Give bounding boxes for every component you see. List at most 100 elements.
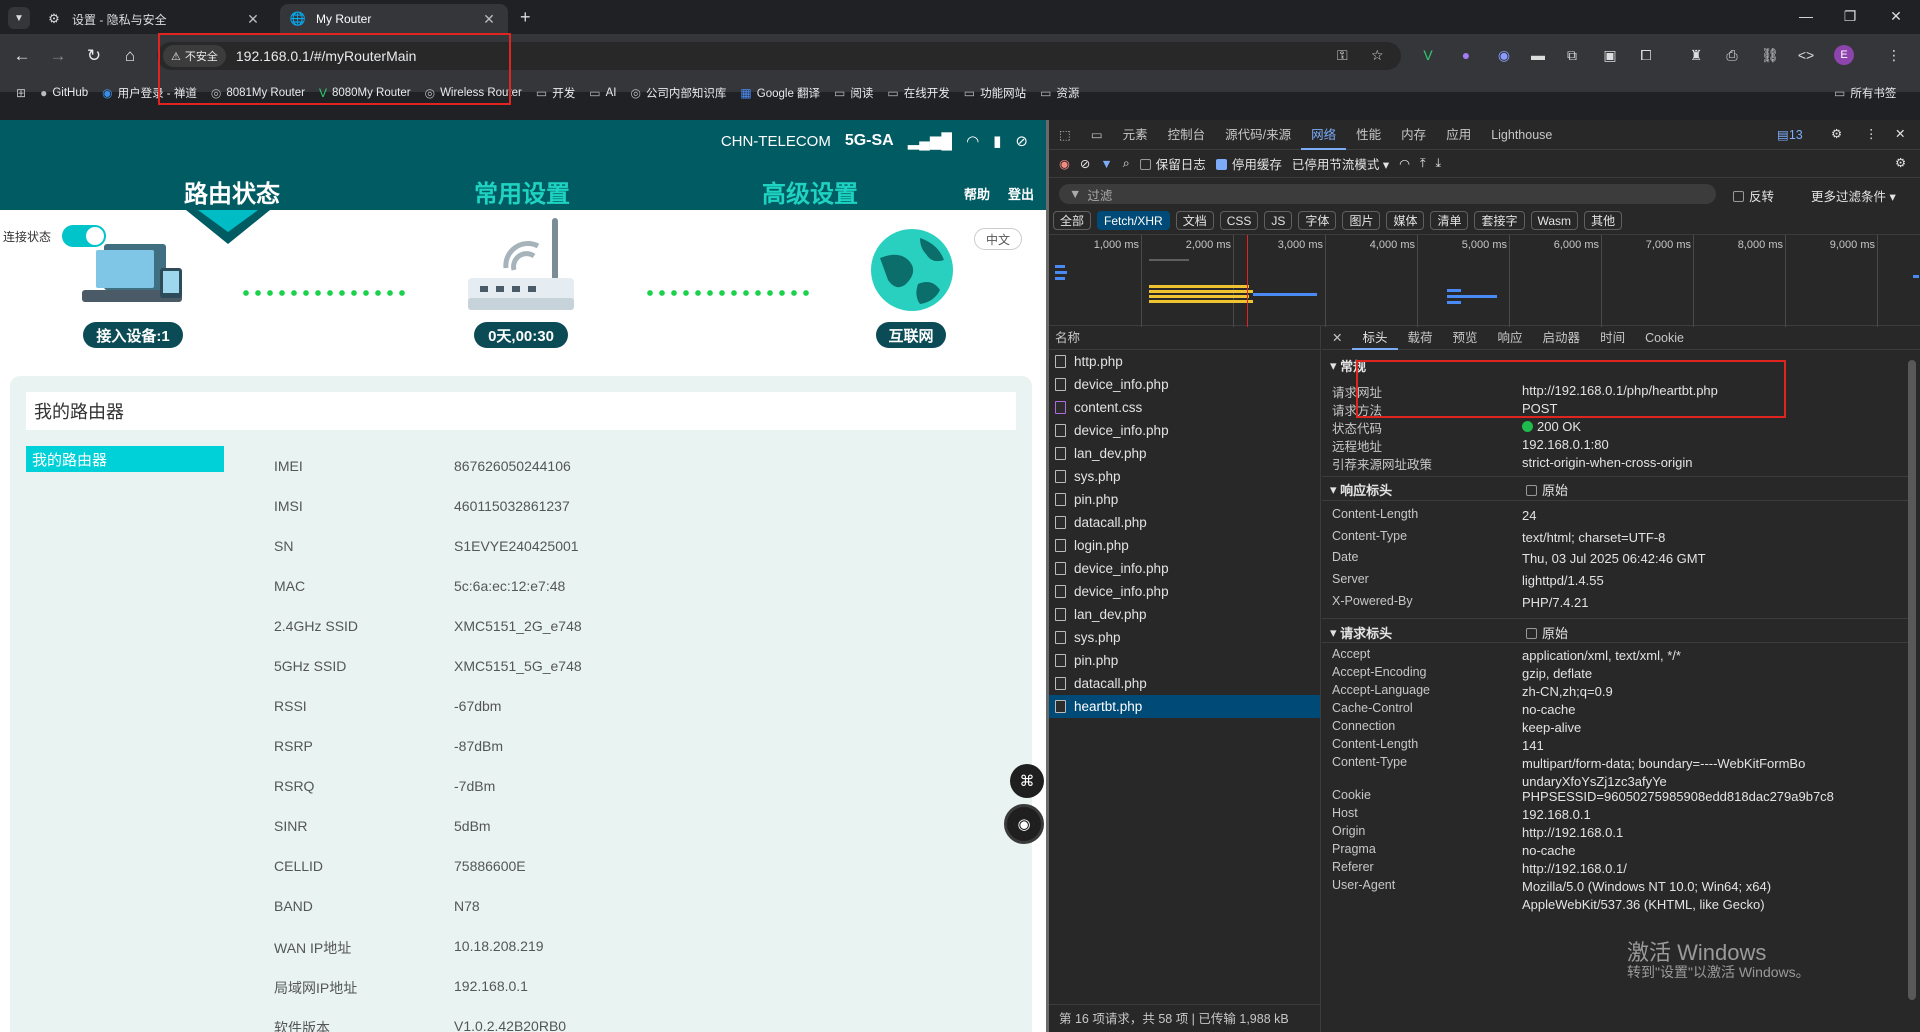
- star-icon[interactable]: ☆: [1371, 47, 1384, 64]
- type-filter-font[interactable]: 字体: [1298, 211, 1337, 230]
- network-timeline[interactable]: 1,000 ms 2,000 ms 3,000 ms 4,000 ms 5,00…: [1049, 234, 1920, 327]
- nav-common-settings[interactable]: 常用设置: [474, 174, 570, 209]
- language-switch[interactable]: 中文: [974, 228, 1022, 250]
- clear-icon[interactable]: ⊘: [1080, 156, 1090, 171]
- type-filter-manifest[interactable]: 清单: [1430, 211, 1469, 230]
- kebab-menu-icon[interactable]: ⋮: [1865, 126, 1878, 141]
- type-filter-css[interactable]: CSS: [1219, 211, 1259, 230]
- close-icon[interactable]: ✕: [1322, 326, 1352, 350]
- tab-lighthouse[interactable]: Lighthouse: [1481, 120, 1562, 150]
- type-filter-xhr[interactable]: Fetch/XHR: [1097, 211, 1170, 230]
- tab-sources[interactable]: 源代码/来源: [1215, 120, 1301, 150]
- extension-icon[interactable]: ●: [1456, 45, 1476, 65]
- tab-timing[interactable]: 时间: [1590, 326, 1635, 350]
- type-filter-socket[interactable]: 套接字: [1474, 211, 1525, 230]
- puzzle-icon[interactable]: ⧠: [1636, 45, 1656, 65]
- apps-icon[interactable]: ⊞: [16, 86, 26, 100]
- code-icon[interactable]: <>: [1796, 45, 1816, 65]
- tab-application[interactable]: 应用: [1436, 120, 1481, 150]
- request-row[interactable]: http.php: [1049, 350, 1320, 373]
- section-general[interactable]: ▾ 常规: [1330, 356, 1366, 375]
- close-icon[interactable]: ✕: [480, 11, 498, 28]
- minimize-icon[interactable]: —: [1796, 8, 1816, 24]
- request-row[interactable]: pin.php: [1049, 649, 1320, 672]
- avatar[interactable]: E: [1834, 45, 1854, 65]
- upload-icon[interactable]: ⤒: [1420, 156, 1426, 171]
- request-row[interactable]: device_info.php: [1049, 580, 1320, 603]
- new-tab-button[interactable]: +: [520, 8, 531, 26]
- bell-icon[interactable]: ♜: [1686, 45, 1706, 65]
- request-row-selected[interactable]: heartbt.php: [1049, 695, 1320, 718]
- type-filter-img[interactable]: 图片: [1342, 211, 1381, 230]
- tab-preview[interactable]: 预览: [1443, 326, 1488, 350]
- type-filter-wasm[interactable]: Wasm: [1530, 211, 1579, 230]
- tab-headers[interactable]: 标头: [1352, 326, 1398, 350]
- bookmark-folder-online-dev[interactable]: ▭ 在线开发: [887, 85, 949, 101]
- request-row[interactable]: device_info.php: [1049, 373, 1320, 396]
- address-bar[interactable]: ⚠ 不安全 192.168.0.1/#/myRouterMain ⚿ ☆: [157, 42, 1401, 70]
- type-filter-all[interactable]: 全部: [1053, 211, 1092, 230]
- home-icon[interactable]: ⌂: [118, 44, 142, 68]
- request-row[interactable]: content.css: [1049, 396, 1320, 419]
- nav-advanced-settings[interactable]: 高级设置: [762, 174, 858, 209]
- section-request-headers[interactable]: ▾ 请求标头 原始: [1330, 623, 1568, 642]
- section-response-headers[interactable]: ▾ 响应标头 原始: [1330, 480, 1568, 499]
- print-icon[interactable]: ⎙: [1722, 45, 1742, 65]
- type-filter-js[interactable]: JS: [1264, 211, 1293, 230]
- extension-icon[interactable]: ▬: [1528, 45, 1548, 65]
- chat-bot-icon[interactable]: ◉: [1004, 804, 1044, 844]
- detail-scrollbar[interactable]: [1908, 360, 1916, 1000]
- column-header-name[interactable]: 名称: [1049, 326, 1320, 350]
- tab-network[interactable]: 网络: [1301, 120, 1347, 150]
- all-bookmarks[interactable]: ▭ 所有书签: [1834, 85, 1896, 101]
- forward-icon[interactable]: →: [46, 44, 70, 68]
- issues-badge[interactable]: ▤13: [1777, 127, 1803, 142]
- request-row[interactable]: sys.php: [1049, 626, 1320, 649]
- search-icon[interactable]: ⌕: [1123, 156, 1130, 171]
- key-icon[interactable]: ⚿: [1337, 47, 1348, 64]
- request-row[interactable]: datacall.php: [1049, 672, 1320, 695]
- request-row[interactable]: device_info.php: [1049, 419, 1320, 442]
- extension-icon[interactable]: ▣: [1600, 45, 1620, 65]
- raw-checkbox[interactable]: 原始: [1526, 623, 1568, 642]
- download-icon[interactable]: ⤓: [1436, 156, 1442, 171]
- tab-response[interactable]: 响应: [1488, 326, 1533, 350]
- inspect-icon[interactable]: ⬚: [1049, 120, 1081, 150]
- tab-settings[interactable]: ⚙ 设置 - 隐私与安全 ✕: [36, 4, 272, 34]
- bookmark-folder-ai[interactable]: ▭ AI: [589, 86, 616, 100]
- tab-elements[interactable]: 元素: [1113, 120, 1158, 150]
- bookmark-folder-dev[interactable]: ▭ 开发: [536, 85, 575, 101]
- filter-input[interactable]: ▼ 过滤: [1059, 184, 1716, 204]
- close-icon[interactable]: ✕: [1895, 126, 1905, 141]
- request-row[interactable]: device_info.php: [1049, 557, 1320, 580]
- tab-search-button[interactable]: ▼: [8, 7, 30, 29]
- wifi-icon[interactable]: ◠: [1399, 156, 1410, 171]
- bookmark-github[interactable]: ● GitHub: [40, 86, 88, 100]
- invert-checkbox[interactable]: 反转: [1733, 186, 1774, 205]
- raw-checkbox[interactable]: 原始: [1526, 480, 1568, 499]
- request-row[interactable]: pin.php: [1049, 488, 1320, 511]
- connected-devices-pill[interactable]: 接入设备:1: [83, 322, 183, 348]
- reload-icon[interactable]: ↻: [82, 44, 106, 68]
- bookmark-translate[interactable]: ▦ Google 翻译: [740, 85, 820, 101]
- tab-my-router[interactable]: 🌐 My Router ✕: [280, 4, 508, 34]
- nav-router-status[interactable]: 路由状态: [184, 174, 280, 209]
- preserve-log-checkbox[interactable]: 保留日志: [1139, 154, 1206, 173]
- extension-icon[interactable]: ⧉: [1562, 45, 1582, 65]
- vue-devtools-icon[interactable]: V: [1418, 45, 1438, 65]
- bookmark-folder-resources[interactable]: ▭ 资源: [1040, 85, 1079, 101]
- help-link[interactable]: 帮助: [964, 184, 990, 203]
- bookmark-8080[interactable]: V 8080My Router: [319, 86, 411, 100]
- security-chip[interactable]: ⚠ 不安全: [163, 45, 226, 67]
- url-text[interactable]: 192.168.0.1/#/myRouterMain: [236, 48, 417, 64]
- type-filter-other[interactable]: 其他: [1584, 211, 1623, 230]
- link-icon[interactable]: ⛓: [1760, 45, 1780, 65]
- bookmark-folder-tools[interactable]: ▭ 功能网站: [964, 85, 1026, 101]
- discord-icon[interactable]: ◉: [1494, 45, 1514, 65]
- close-window-icon[interactable]: ✕: [1886, 8, 1906, 25]
- filter-icon[interactable]: ▼: [1100, 157, 1112, 171]
- request-row[interactable]: login.php: [1049, 534, 1320, 557]
- close-icon[interactable]: ✕: [244, 11, 262, 28]
- bookmark-wireless-router[interactable]: ◎ Wireless Router: [425, 86, 522, 100]
- restore-icon[interactable]: ❐: [1840, 8, 1860, 25]
